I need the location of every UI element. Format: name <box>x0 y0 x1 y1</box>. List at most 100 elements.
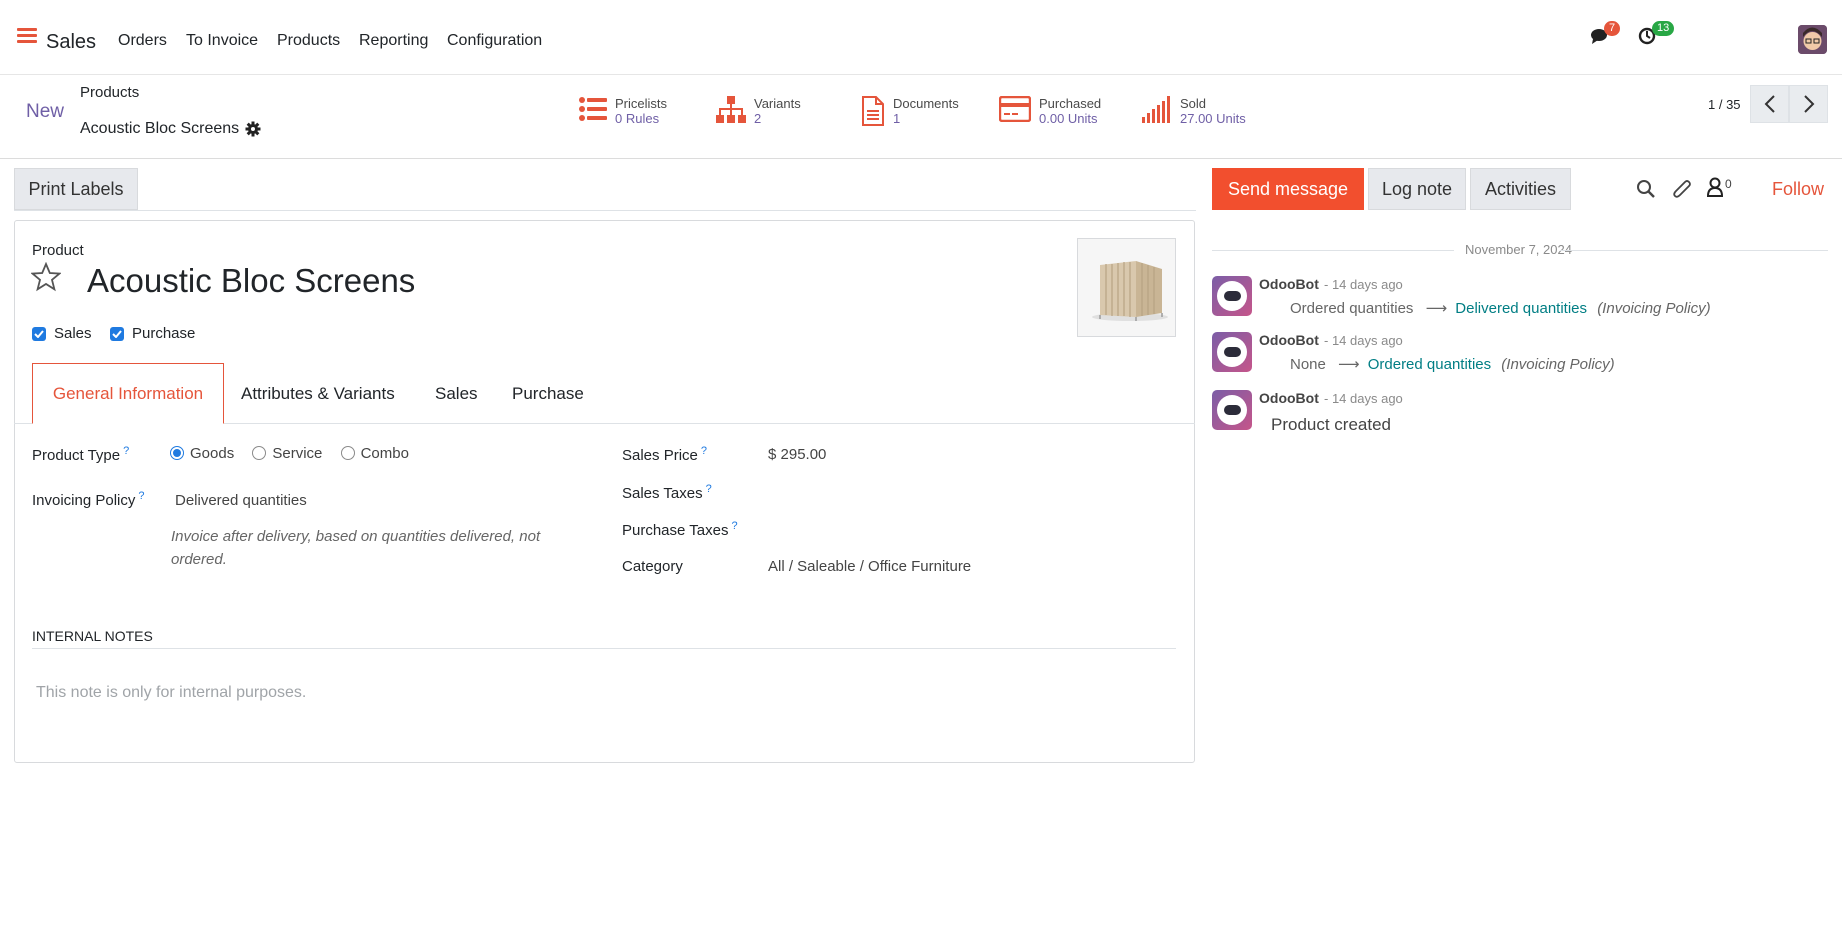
chatter-message: OdooBot - 14 days ago Product created <box>1212 390 1832 434</box>
app-menu-icon[interactable] <box>17 28 37 44</box>
credit-card-icon <box>999 96 1031 122</box>
pager-next-button[interactable] <box>1789 85 1828 123</box>
tracking-new-value: Delivered quantities <box>1455 300 1588 317</box>
category-field[interactable]: All / Saleable / Office Furniture <box>768 558 971 575</box>
signal-icon <box>1142 96 1170 123</box>
purchase-taxes-label: Purchase Taxes? <box>622 520 738 539</box>
radio-combo[interactable] <box>340 446 355 460</box>
list-icon <box>579 97 607 121</box>
sold-value: 27.00 Units <box>1180 111 1246 126</box>
radio-service-label: Service <box>272 445 323 462</box>
can-be-purchased-checkbox[interactable]: Purchase <box>110 325 195 342</box>
pager-previous-button[interactable] <box>1750 85 1789 123</box>
send-message-button[interactable]: Send message <box>1212 168 1364 210</box>
search-icon[interactable] <box>1636 179 1656 199</box>
chatter-message: OdooBot - 14 days ago Ordered quantities… <box>1212 276 1832 320</box>
variants-value: 2 <box>754 111 762 126</box>
pager-value[interactable]: 1 / 35 <box>1708 97 1741 112</box>
arrow-right-icon: ⟶ <box>1425 300 1448 317</box>
app-name[interactable]: Sales <box>46 31 96 54</box>
follow-button[interactable]: Follow <box>1772 179 1824 200</box>
tracking-new-value: Ordered quantities <box>1367 356 1492 373</box>
print-labels-button[interactable]: Print Labels <box>14 168 138 210</box>
new-button[interactable]: New <box>26 101 64 123</box>
odoobot-avatar[interactable] <box>1212 332 1252 372</box>
breadcrumb-products[interactable]: Products <box>80 84 139 101</box>
tracking-old-value: Ordered quantities <box>1290 300 1414 317</box>
activities-badge: 13 <box>1652 21 1675 36</box>
document-icon <box>862 96 884 126</box>
tracking-field-name: (Invoicing Policy) <box>1597 300 1711 317</box>
chatter-message: OdooBot - 14 days ago None ⟶ Ordered qua… <box>1212 332 1832 376</box>
tab-purchase[interactable]: Purchase <box>512 384 584 404</box>
internal-notes-field[interactable]: This note is only for internal purposes. <box>36 684 306 702</box>
documents-value: 1 <box>893 111 901 126</box>
activities-systray[interactable]: 13 <box>1638 21 1675 49</box>
product-type-label: Product Type? <box>32 445 130 464</box>
chevron-right-icon <box>1803 95 1814 113</box>
message-author[interactable]: OdooBot <box>1259 390 1319 406</box>
message-author[interactable]: OdooBot <box>1259 276 1319 292</box>
sold-label: Sold <box>1180 96 1207 111</box>
can-be-sold-checkbox[interactable]: Sales <box>32 325 92 342</box>
pricelists-value: 0 Rules <box>615 111 660 126</box>
tab-sales[interactable]: Sales <box>435 384 478 404</box>
product-image[interactable] <box>1077 238 1176 337</box>
product-name-field[interactable]: Acoustic Bloc Screens <box>87 262 415 300</box>
log-note-button[interactable]: Log note <box>1368 168 1466 210</box>
gear-icon[interactable] <box>245 121 261 137</box>
invoicing-policy-field[interactable]: Delivered quantities <box>175 492 307 509</box>
sales-price-field[interactable]: $ 295.00 <box>768 446 826 463</box>
invoicing-policy-help: Invoice after delivery, based on quantit… <box>171 528 541 568</box>
sales-price-label: Sales Price? <box>622 445 707 464</box>
documents-smart-button[interactable]: Documents 1 <box>861 96 959 126</box>
message-date: - 14 days ago <box>1324 391 1403 406</box>
documents-label: Documents <box>893 96 959 111</box>
tracking-value: None ⟶ Ordered quantities (Invoicing Pol… <box>1290 355 1615 373</box>
message-date: - 14 days ago <box>1324 333 1403 348</box>
activities-button[interactable]: Activities <box>1470 168 1571 210</box>
paperclip-icon[interactable] <box>1673 179 1693 201</box>
user-avatar[interactable] <box>1798 25 1827 54</box>
top-navbar: Sales Orders To Invoice Products Reporti… <box>0 0 1842 75</box>
arrow-right-icon: ⟶ <box>1338 356 1360 373</box>
followers-count: 0 <box>1725 177 1732 191</box>
nav-to-invoice[interactable]: To Invoice <box>186 32 258 50</box>
nav-orders[interactable]: Orders <box>118 32 167 50</box>
radio-service[interactable] <box>252 446 267 460</box>
purchased-label: Purchased <box>1039 96 1102 111</box>
sales-taxes-label: Sales Taxes? <box>622 483 712 502</box>
odoobot-avatar[interactable] <box>1212 390 1252 430</box>
room-divider-image <box>1092 261 1168 321</box>
product-type-radio[interactable]: Goods Service Combo <box>170 445 409 462</box>
nav-configuration[interactable]: Configuration <box>447 32 542 50</box>
pricelists-smart-button[interactable]: Pricelists 0 Rules <box>579 96 667 126</box>
nav-reporting[interactable]: Reporting <box>359 32 428 50</box>
tracking-value: Ordered quantities ⟶ Delivered quantitie… <box>1290 299 1711 317</box>
message-date: - 14 days ago <box>1324 277 1403 292</box>
invoicing-policy-label: Invoicing Policy? <box>32 490 145 509</box>
variants-label: Variants <box>754 96 801 111</box>
odoobot-avatar[interactable] <box>1212 276 1252 316</box>
breadcrumb-current: Acoustic Bloc Screens <box>80 120 261 138</box>
pricelists-label: Pricelists <box>615 96 668 111</box>
tab-attributes-variants[interactable]: Attributes & Variants <box>241 384 395 404</box>
variants-smart-button[interactable]: Variants 2 <box>716 96 801 126</box>
internal-notes-header: INTERNAL NOTES <box>32 628 153 644</box>
messages-systray[interactable]: 7 <box>1590 21 1621 49</box>
messages-badge: 7 <box>1604 21 1621 36</box>
sitemap-icon <box>716 96 746 123</box>
star-icon[interactable] <box>31 262 61 292</box>
radio-goods[interactable] <box>170 446 184 460</box>
radio-combo-label: Combo <box>360 445 409 462</box>
tab-general-information[interactable]: General Information <box>32 363 224 424</box>
nav-products[interactable]: Products <box>277 32 340 50</box>
date-separator-label: November 7, 2024 <box>1465 242 1572 257</box>
followers-button[interactable]: 0 <box>1707 177 1732 197</box>
message-author[interactable]: OdooBot <box>1259 332 1319 348</box>
user-icon <box>1707 177 1723 197</box>
sold-smart-button[interactable]: Sold 27.00 Units <box>1142 96 1246 126</box>
purchased-smart-button[interactable]: Purchased 0.00 Units <box>999 96 1101 126</box>
statusbar-divider <box>14 210 1196 211</box>
checkbox-checked-icon <box>32 326 46 341</box>
